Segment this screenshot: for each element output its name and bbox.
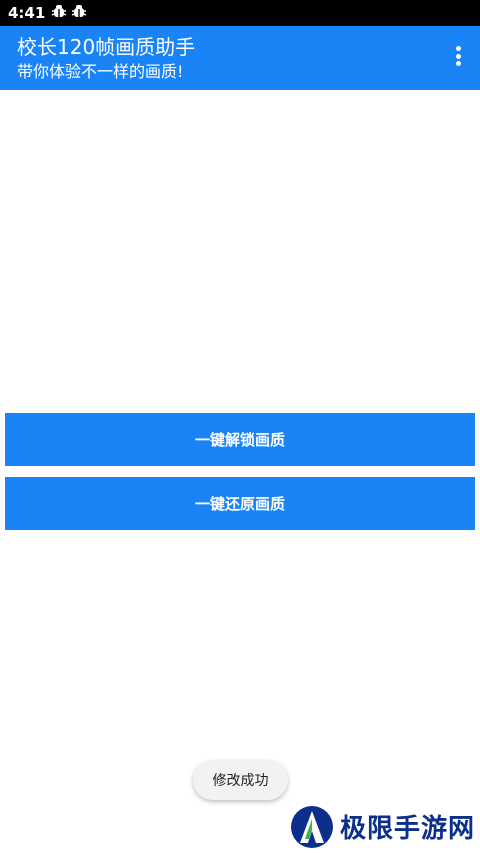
app-bar: 校长120帧画质助手 带你体验不一样的画质! (0, 26, 480, 90)
bug-icon (71, 3, 87, 23)
app-subtitle: 带你体验不一样的画质! (17, 62, 184, 81)
more-vert-icon[interactable] (450, 44, 466, 68)
jixian-logo-icon (290, 805, 333, 848)
restore-quality-button[interactable]: 一键还原画质 (5, 477, 475, 530)
watermark: 极限手游网 (290, 804, 475, 849)
status-time: 4:41 (8, 4, 46, 22)
bug-icon (51, 3, 67, 23)
status-bar: 4:41 (0, 0, 480, 26)
watermark-text: 极限手游网 (339, 814, 475, 844)
app-title: 校长120帧画质助手 (17, 35, 196, 59)
toast-message: 修改成功 (193, 760, 288, 800)
unlock-quality-button[interactable]: 一键解锁画质 (5, 413, 475, 466)
